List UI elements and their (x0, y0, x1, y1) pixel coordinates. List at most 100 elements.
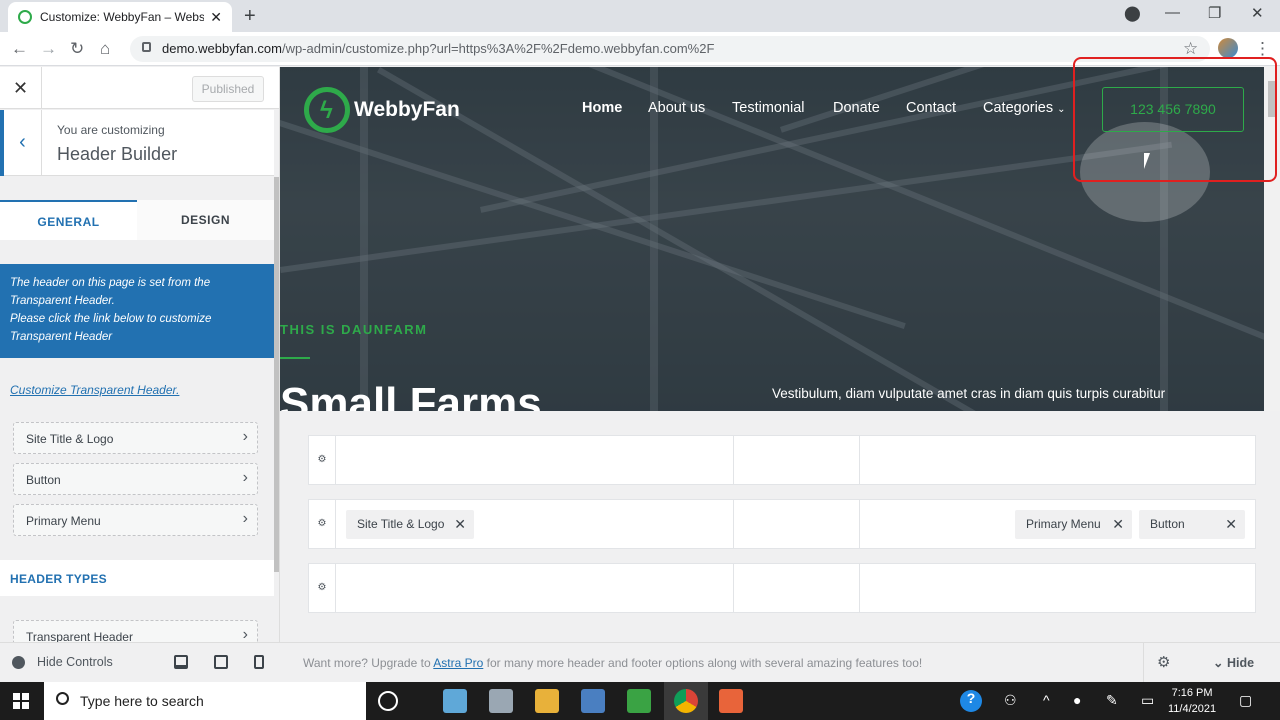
taskbar-search-placeholder: Type here to search (80, 693, 204, 709)
tab-title: Customize: WebbyFan – Website (40, 10, 205, 24)
chevron-right-icon: › (242, 510, 248, 527)
tagline-underline (280, 357, 310, 359)
browser-tab[interactable]: Customize: WebbyFan – Website ✕ (8, 2, 232, 32)
profile-dropdown-icon[interactable]: ⬤ (1124, 4, 1141, 22)
panel-title: Header Builder (57, 144, 178, 164)
notifications-icon[interactable]: ▢ (1239, 692, 1252, 709)
back-icon[interactable]: ← (11, 39, 28, 59)
builder-chip-button[interactable]: Button ✕ (1139, 510, 1245, 539)
site-logo[interactable]: ϟ WebbyFan (304, 87, 460, 133)
upgrade-notice: Want more? Upgrade to Astra Pro for many… (303, 656, 922, 670)
taskbar-app-icon[interactable] (489, 689, 513, 713)
sidebar-item-label: Primary Menu (26, 514, 101, 528)
builder-chip-site-title-logo[interactable]: Site Title & Logo ✕ (346, 510, 474, 539)
hide-button[interactable]: ⌄ Hide (1213, 655, 1254, 670)
task-view-icon[interactable] (378, 691, 398, 711)
chip-label: Primary Menu (1026, 517, 1101, 531)
nav-about-us[interactable]: About us (648, 100, 705, 116)
chevron-right-icon: › (242, 469, 248, 486)
system-clock[interactable]: 7:16 PM 11/4/2021 (1168, 685, 1216, 717)
gear-icon[interactable]: ⚙ (1157, 653, 1170, 671)
notice-line: Please click the link below to customize (10, 313, 212, 325)
camtasia-recorder-icon[interactable] (719, 689, 743, 713)
forward-icon[interactable]: → (40, 39, 57, 59)
chip-label: Site Title & Logo (357, 517, 445, 531)
back-chevron-icon[interactable]: ‹ (0, 110, 42, 176)
upgrade-text-tail: for many more header and footer options … (483, 656, 923, 670)
footer-divider (1143, 643, 1144, 683)
camtasia-icon[interactable] (627, 689, 651, 713)
taskbar-app-icon[interactable] (443, 689, 467, 713)
profile-avatar[interactable] (1218, 38, 1238, 58)
microphone-icon[interactable]: ● (1073, 692, 1081, 708)
remove-icon[interactable]: ✕ (1112, 516, 1124, 533)
builder-row-primary[interactable]: ⚙ Site Title & Logo ✕ Primary Menu ✕ Butto… (308, 499, 1256, 549)
taskbar-app-icon[interactable] (581, 689, 605, 713)
file-explorer-icon[interactable] (535, 689, 559, 713)
sidebar-item-button[interactable]: Button › (13, 463, 258, 495)
hero-description: Vestibulum, diam vulputate amet cras in … (772, 386, 1166, 401)
chevron-up-icon[interactable]: ^ (1043, 692, 1050, 708)
hide-controls-button[interactable]: Hide Controls (12, 655, 113, 669)
browser-tab-bar: Customize: WebbyFan – Website ✕ + ⬤ — ❐ … (0, 0, 1280, 32)
row-settings-icon[interactable]: ⚙ (309, 500, 336, 548)
customizer-sidebar: ✕ Published ‹ You are customizing Header… (0, 67, 280, 682)
minimize-icon[interactable]: — (1165, 4, 1180, 21)
pen-icon[interactable]: ✎ (1106, 692, 1118, 709)
notice-line: Transparent Header (10, 331, 113, 343)
nav-home[interactable]: Home (582, 100, 622, 116)
builder-row-above[interactable]: ⚙ (308, 435, 1256, 485)
browser-menu-icon[interactable]: ⋮ (1254, 39, 1271, 59)
tab-general[interactable]: GENERAL (0, 200, 137, 240)
astra-pro-link[interactable]: Astra Pro (433, 656, 483, 670)
chip-label: Button (1150, 517, 1185, 531)
new-tab-icon[interactable]: + (244, 5, 256, 28)
customize-transparent-header-link[interactable]: Customize Transparent Header. (10, 383, 179, 397)
builder-chip-primary-menu[interactable]: Primary Menu ✕ (1015, 510, 1132, 539)
builder-row-below[interactable]: ⚙ (308, 563, 1256, 613)
nav-categories[interactable]: Categories ⌄ (983, 100, 1066, 116)
windows-start-icon[interactable] (13, 693, 29, 709)
windows-taskbar: Type here to search ? ⚇ ^ ● ✎ ▭ 7:16 PM … (0, 682, 1280, 720)
search-icon (56, 692, 69, 705)
hero-tagline: THIS IS DAUNFARM (280, 322, 428, 337)
reload-icon[interactable]: ↻ (70, 39, 84, 59)
customizing-label: You are customizing (57, 123, 165, 137)
home-icon[interactable]: ⌂ (100, 39, 110, 59)
network-icon[interactable]: ▭ (1141, 692, 1154, 709)
notice-line: Transparent Header. (10, 295, 115, 307)
header-types-heading: HEADER TYPES (0, 560, 274, 596)
nav-contact[interactable]: Contact (906, 100, 956, 116)
window-close-icon[interactable]: ✕ (1251, 4, 1264, 22)
clock-time: 7:16 PM (1171, 687, 1213, 699)
tab-close-icon[interactable]: ✕ (210, 9, 222, 26)
chevron-down-icon: ⌄ (1057, 104, 1066, 115)
sidebar-tabs: GENERAL DESIGN (0, 200, 274, 240)
notice-line: The header on this page is set from the (10, 277, 211, 289)
annotation-highlight-box (1073, 57, 1277, 182)
bookmark-star-icon[interactable]: ☆ (1183, 39, 1198, 59)
sidebar-item-primary-menu[interactable]: Primary Menu › (13, 504, 258, 536)
url-input[interactable]: demo.webbyfan.com/wp-admin/customize.php… (130, 36, 1210, 62)
taskbar-search-input[interactable]: Type here to search (44, 682, 366, 720)
people-icon[interactable]: ⚇ (1004, 692, 1017, 709)
nav-testimonial[interactable]: Testimonial (732, 100, 805, 116)
remove-icon[interactable]: ✕ (1225, 516, 1237, 533)
desktop-preview-icon[interactable] (174, 655, 188, 669)
help-icon[interactable]: ? (960, 690, 982, 712)
tab-design[interactable]: DESIGN (137, 200, 274, 240)
lock-icon[interactable] (142, 42, 151, 52)
url-host: demo.webbyfan.com (162, 41, 282, 56)
sidebar-item-site-title-logo[interactable]: Site Title & Logo › (13, 422, 258, 454)
remove-icon[interactable]: ✕ (454, 516, 466, 533)
row-settings-icon[interactable]: ⚙ (309, 436, 336, 484)
chevron-right-icon: › (242, 428, 248, 445)
maximize-icon[interactable]: ❐ (1208, 4, 1221, 22)
customizing-panel-header: ‹ You are customizing Header Builder (0, 110, 274, 176)
mobile-preview-icon[interactable] (254, 655, 264, 669)
close-customizer-icon[interactable]: ✕ (0, 67, 42, 109)
published-button[interactable]: Published (192, 76, 264, 102)
row-settings-icon[interactable]: ⚙ (309, 564, 336, 612)
nav-donate[interactable]: Donate (833, 100, 880, 116)
tablet-preview-icon[interactable] (214, 655, 228, 669)
